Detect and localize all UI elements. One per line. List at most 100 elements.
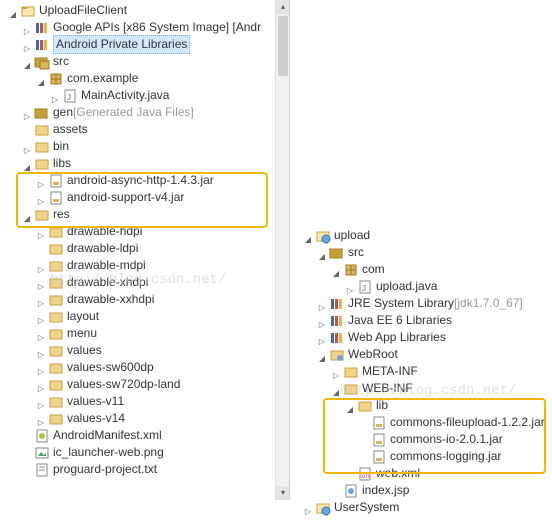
expand-arrow-icon[interactable] bbox=[36, 176, 46, 186]
java-file[interactable]: Jupload.java bbox=[303, 278, 550, 295]
expand-arrow-icon[interactable] bbox=[331, 384, 341, 394]
webinf-folder[interactable]: WEB-INF bbox=[303, 380, 550, 397]
expand-arrow-icon[interactable] bbox=[317, 299, 327, 309]
bin-folder[interactable]: bin bbox=[8, 138, 289, 155]
expand-arrow-icon[interactable] bbox=[36, 397, 46, 407]
jar-file[interactable]: android-support-v4.jar bbox=[8, 189, 289, 206]
expand-arrow-icon[interactable] bbox=[36, 329, 46, 339]
java-file[interactable]: JMainActivity.java bbox=[8, 87, 289, 104]
javaee-library[interactable]: Java EE 6 Libraries bbox=[303, 312, 550, 329]
manifest-file[interactable]: AndroidManifest.xml bbox=[8, 427, 289, 444]
jar-file[interactable]: commons-io-2.0.1.jar bbox=[303, 431, 550, 448]
expand-arrow-icon[interactable] bbox=[36, 380, 46, 390]
res-folder[interactable]: res bbox=[8, 206, 289, 223]
item-label: AndroidManifest.xml bbox=[53, 427, 162, 444]
expand-arrow-icon[interactable] bbox=[345, 282, 355, 292]
values-v11[interactable]: values-v11 bbox=[8, 393, 289, 410]
expand-arrow-icon[interactable] bbox=[303, 231, 313, 241]
webxml-file[interactable]: xmlweb.xml bbox=[303, 465, 550, 482]
web-project-icon bbox=[315, 500, 331, 516]
expand-arrow-icon[interactable] bbox=[36, 295, 46, 305]
expand-arrow-icon[interactable] bbox=[36, 74, 46, 84]
project-root[interactable]: UploadFileClient bbox=[8, 2, 289, 19]
menu-folder[interactable]: menu bbox=[8, 325, 289, 342]
folder-icon bbox=[48, 411, 64, 427]
item-label: JRE System Library bbox=[348, 295, 454, 312]
java-file-icon: J bbox=[62, 88, 78, 104]
drawable-hdpi[interactable]: drawable-hdpi bbox=[8, 223, 289, 240]
scroll-up-icon[interactable]: ▴ bbox=[276, 0, 290, 14]
vertical-scrollbar[interactable]: ▴ ▾ bbox=[275, 0, 289, 500]
expand-arrow-icon[interactable] bbox=[331, 367, 341, 377]
drawable-ldpi[interactable]: drawable-ldpi bbox=[8, 240, 289, 257]
expand-arrow-icon[interactable] bbox=[36, 193, 46, 203]
folder-icon bbox=[48, 224, 64, 240]
source-folder-icon bbox=[34, 54, 50, 70]
drawable-xxhdpi[interactable]: drawable-xxhdpi bbox=[8, 291, 289, 308]
expand-arrow-icon[interactable] bbox=[303, 503, 313, 513]
expand-arrow-icon[interactable] bbox=[36, 227, 46, 237]
expand-arrow-icon[interactable] bbox=[317, 248, 327, 258]
values-v14[interactable]: values-v14 bbox=[8, 410, 289, 427]
expand-arrow-icon[interactable] bbox=[36, 278, 46, 288]
expand-arrow-icon[interactable] bbox=[317, 316, 327, 326]
android-private-libs[interactable]: Android Private Libraries bbox=[8, 36, 289, 53]
drawable-mdpi[interactable]: drawable-mdpi bbox=[8, 257, 289, 274]
expand-arrow-icon[interactable] bbox=[36, 346, 46, 356]
expand-arrow-icon[interactable] bbox=[22, 23, 32, 33]
metainf-folder[interactable]: META-INF bbox=[303, 363, 550, 380]
expand-arrow-icon[interactable] bbox=[22, 142, 32, 152]
project-root[interactable]: upload bbox=[303, 227, 550, 244]
xml-file-icon: xml bbox=[357, 466, 373, 482]
jar-file[interactable]: commons-logging.jar bbox=[303, 448, 550, 465]
expand-arrow-icon[interactable] bbox=[22, 210, 32, 220]
package[interactable]: com.example bbox=[8, 70, 289, 87]
web-project-icon bbox=[315, 228, 331, 244]
expand-arrow-icon[interactable] bbox=[317, 350, 327, 360]
expand-arrow-icon[interactable] bbox=[22, 159, 32, 169]
expand-arrow-icon[interactable] bbox=[22, 40, 32, 50]
expand-arrow-icon[interactable] bbox=[317, 333, 327, 343]
layout-folder[interactable]: layout bbox=[8, 308, 289, 325]
usersystem-project[interactable]: UserSystem bbox=[303, 499, 550, 516]
drawable-xhdpi[interactable]: drawable-xhdpi bbox=[8, 274, 289, 291]
expand-arrow-icon[interactable] bbox=[345, 401, 355, 411]
expand-arrow-icon[interactable] bbox=[36, 414, 46, 424]
package[interactable]: com bbox=[303, 261, 550, 278]
values-folder[interactable]: values bbox=[8, 342, 289, 359]
jre-library[interactable]: JRE System Library [jdk1.7.0_67] bbox=[303, 295, 550, 312]
proguard-file[interactable]: proguard-project.txt bbox=[8, 461, 289, 478]
jar-file[interactable]: commons-fileupload-1.2.2.jar bbox=[303, 414, 550, 431]
src-folder[interactable]: src bbox=[303, 244, 550, 261]
webapp-library[interactable]: Web App Libraries bbox=[303, 329, 550, 346]
scroll-down-icon[interactable]: ▾ bbox=[276, 486, 290, 500]
libs-folder[interactable]: libs bbox=[8, 155, 289, 172]
assets-folder[interactable]: assets bbox=[8, 121, 289, 138]
item-label: upload.java bbox=[376, 278, 437, 295]
expand-arrow-icon[interactable] bbox=[8, 6, 18, 16]
expand-arrow-icon[interactable] bbox=[22, 108, 32, 118]
item-label: bin bbox=[53, 138, 69, 155]
indexjsp-file[interactable]: index.jsp bbox=[303, 482, 550, 499]
expand-arrow-icon[interactable] bbox=[36, 363, 46, 373]
gen-folder[interactable]: gen [Generated Java Files] bbox=[8, 104, 289, 121]
library-icon bbox=[329, 313, 345, 329]
src-folder[interactable]: src bbox=[8, 53, 289, 70]
expand-arrow-icon[interactable] bbox=[22, 57, 32, 67]
scroll-thumb[interactable] bbox=[278, 16, 288, 76]
item-label: layout bbox=[67, 308, 99, 325]
expand-arrow-icon[interactable] bbox=[50, 91, 60, 101]
item-label: menu bbox=[67, 325, 97, 342]
values-sw600[interactable]: values-sw600dp bbox=[8, 359, 289, 376]
expand-arrow-icon[interactable] bbox=[331, 265, 341, 275]
lib-folder[interactable]: lib bbox=[303, 397, 550, 414]
google-apis[interactable]: Google APIs [x86 System Image] [Andr bbox=[8, 19, 289, 36]
launcher-png[interactable]: ic_launcher-web.png bbox=[8, 444, 289, 461]
values-sw720[interactable]: values-sw720dp-land bbox=[8, 376, 289, 393]
item-label: MainActivity.java bbox=[81, 87, 169, 104]
expand-arrow-icon[interactable] bbox=[36, 312, 46, 322]
webroot-folder[interactable]: WebRoot bbox=[303, 346, 550, 363]
jar-file[interactable]: android-async-http-1.4.3.jar bbox=[8, 172, 289, 189]
right-project-explorer: upload src com Jupload.java JRE System L… bbox=[295, 225, 550, 505]
expand-arrow-icon[interactable] bbox=[36, 261, 46, 271]
